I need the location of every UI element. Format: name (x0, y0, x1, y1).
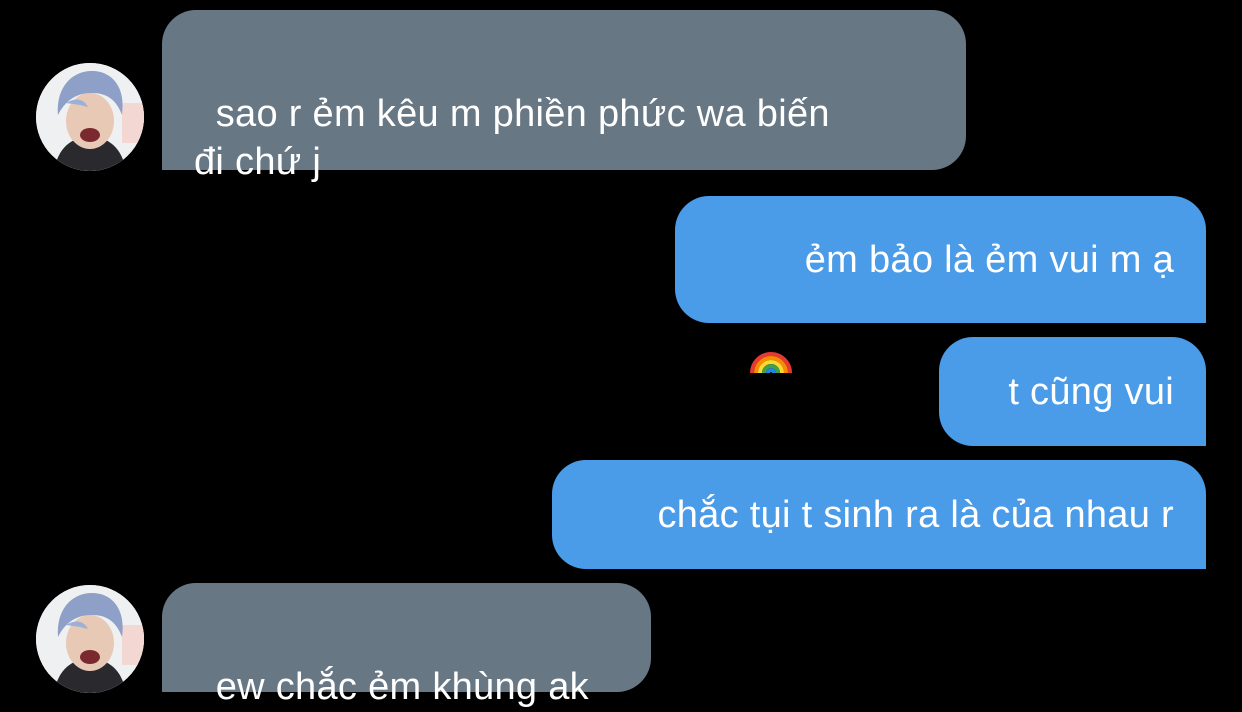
message-text: t cũng vui (1008, 370, 1174, 413)
message-bubble-received[interactable]: ew chắc ẻm khùng ak (162, 583, 651, 708)
message-text: ẻm bảo là ẻm vui m ạ (804, 238, 1174, 281)
contact-avatar[interactable] (36, 585, 144, 693)
message-bubble-sent[interactable]: ẻm bảo là ẻm vui m ạ (675, 196, 1206, 373)
contact-avatar[interactable] (36, 63, 144, 171)
message-bubble-sent[interactable]: chắc tụi t sinh ra là của nhau r (552, 460, 1206, 569)
rainbow-icon (749, 241, 793, 373)
message-text: ew chắc ẻm khùng ak (215, 666, 589, 708)
message-text: sao r ẻm kêu m phiền phức wa biến đi chứ… (194, 93, 830, 183)
message-text: chắc tụi t sinh ra là của nhau r (657, 493, 1174, 536)
message-bubble-received[interactable]: sao r ẻm kêu m phiền phức wa biến đi chứ… (162, 10, 966, 183)
message-bubble-sent[interactable]: t cũng vui (939, 337, 1206, 446)
